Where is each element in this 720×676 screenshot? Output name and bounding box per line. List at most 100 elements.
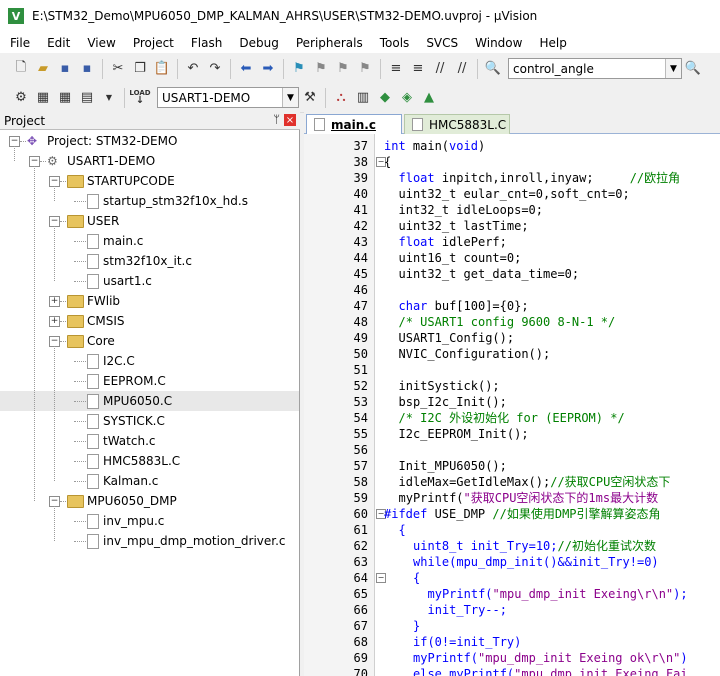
tree-item[interactable]: − USER (0, 211, 299, 231)
code-line[interactable] (374, 362, 720, 378)
tab-main-c[interactable]: main.c (306, 114, 402, 134)
code-line[interactable]: myPrintf("获取CPU空闲状态下的1ms最大计数 (374, 490, 720, 506)
tree-item[interactable]: I2C.C (0, 351, 299, 371)
nav-back-icon[interactable]: ⬅ (237, 60, 255, 78)
tree-item[interactable]: MPU6050.C (0, 391, 299, 411)
tree-item[interactable]: startup_stm32f10x_hd.s (0, 191, 299, 211)
run-time-env-icon[interactable]: ◆ (376, 89, 394, 107)
tree-item[interactable]: stm32f10x_it.c (0, 251, 299, 271)
code-line[interactable]: NVIC_Configuration(); (374, 346, 720, 362)
menu-file[interactable]: File (0, 36, 37, 50)
pin-icon[interactable]: ᛘ (273, 113, 280, 126)
code-line[interactable]: uint32_t lastTime; (374, 218, 720, 234)
nav-forward-icon[interactable]: ➡ (259, 60, 277, 78)
load-download-icon[interactable]: LOAD ↓ (129, 89, 150, 107)
prev-bookmark-icon[interactable]: ⚑ (312, 60, 330, 78)
manage-components-icon[interactable]: ⛬ (332, 89, 350, 107)
menu-window[interactable]: Window (465, 36, 529, 50)
translate-icon[interactable]: ⚙ (12, 89, 30, 107)
code-line[interactable]: idleMax=GetIdleMax();//获取CPU空闲状态下 (374, 474, 720, 490)
tree-item[interactable]: − ⚙ USART1-DEMO (0, 151, 299, 171)
find-in-files-icon[interactable]: 🔍 (484, 60, 502, 78)
tree-item[interactable]: SYSTICK.C (0, 411, 299, 431)
menu-tools[interactable]: Tools (370, 36, 417, 50)
tree-item[interactable]: − Core (0, 331, 299, 351)
code-area[interactable]: int main(void) −{float inpitch,inroll,iny… (374, 134, 720, 676)
find-icon[interactable]: 🔍 (684, 60, 702, 78)
tree-item[interactable]: inv_mpu.c (0, 511, 299, 531)
save-all-icon[interactable]: ▪ (78, 60, 96, 78)
pack-installer-icon[interactable]: ◈ (398, 89, 416, 107)
indent-icon[interactable]: ≡ (387, 60, 405, 78)
code-line[interactable]: } (374, 618, 720, 634)
code-line[interactable]: float idlePerf; (374, 234, 720, 250)
paste-icon[interactable]: 📋 (153, 60, 171, 78)
target-options-icon[interactable]: ⚒ (301, 89, 319, 107)
code-line[interactable]: float inpitch,inroll,inyaw; //欧拉角 (374, 170, 720, 186)
code-line[interactable]: I2c_EEPROM_Init(); (374, 426, 720, 442)
tree-item[interactable]: − MPU6050_DMP (0, 491, 299, 511)
code-line[interactable]: int32_t idleLoops=0; (374, 202, 720, 218)
close-panel-button[interactable]: × (284, 114, 296, 126)
code-line[interactable]: { (374, 154, 720, 170)
chevron-down-icon[interactable]: ▼ (282, 88, 298, 107)
tree-item[interactable]: tWatch.c (0, 431, 299, 451)
undo-icon[interactable]: ↶ (184, 60, 202, 78)
software-packs-icon[interactable]: ▲ (420, 89, 438, 107)
expand-icon[interactable]: + (49, 316, 60, 327)
bookmark-icon[interactable]: ⚑ (290, 60, 308, 78)
new-file-icon[interactable]: 🗋 (12, 60, 30, 78)
code-line[interactable]: uint16_t count=0; (374, 250, 720, 266)
code-line[interactable]: myPrintf("mpu_dmp_init Exeing ok\r\n") (374, 650, 720, 666)
code-line[interactable]: /* I2C 外设初始化 for (EEPROM) */ (374, 410, 720, 426)
menu-debug[interactable]: Debug (229, 36, 285, 50)
redo-icon[interactable]: ↷ (206, 60, 224, 78)
code-line[interactable]: char buf[100]={0}; (374, 298, 720, 314)
tree-item[interactable]: − STARTUPCODE (0, 171, 299, 191)
menu-project[interactable]: Project (123, 36, 181, 50)
code-line[interactable]: uint32_t eular_cnt=0,soft_cnt=0; (374, 186, 720, 202)
tree-item[interactable]: usart1.c (0, 271, 299, 291)
code-line[interactable] (374, 282, 720, 298)
menu-flash[interactable]: Flash (181, 36, 229, 50)
tree-item[interactable]: − ✥ Project: STM32-DEMO (0, 131, 299, 151)
tab-hmc5883l-c[interactable]: HMC5883L.C (404, 114, 510, 134)
tree-item[interactable]: + CMSIS (0, 311, 299, 331)
code-line[interactable]: uint8_t init_Try=10;//初始化重试次数 (374, 538, 720, 554)
code-editor[interactable]: 37 38 39 40 41 42 43 44 45 46 47 48 49 50 51 52 53 54 55 56… (304, 134, 720, 676)
rebuild-icon[interactable]: ▦ (56, 89, 74, 107)
code-line[interactable]: if(0!=init_Try) (374, 634, 720, 650)
code-line[interactable]: bsp_I2c_Init(); (374, 394, 720, 410)
code-line[interactable]: #ifdef USE_DMP //如果使用DMP引擎解算姿态角 (374, 506, 720, 522)
tree-item[interactable]: Kalman.c (0, 471, 299, 491)
code-line[interactable]: uint32_t get_data_time=0; (374, 266, 720, 282)
code-line[interactable]: { (374, 522, 720, 538)
menu-view[interactable]: View (77, 36, 122, 50)
code-line[interactable]: initSystick(); (374, 378, 720, 394)
open-folder-icon[interactable]: ▰ (34, 60, 52, 78)
code-line[interactable]: int main(void) (374, 138, 720, 154)
code-line[interactable] (374, 442, 720, 458)
batch-dropdown-icon[interactable]: ▼ (100, 89, 118, 107)
code-line[interactable]: { (374, 570, 720, 586)
tree-item[interactable]: EEPROM.C (0, 371, 299, 391)
comment-icon[interactable]: // (431, 60, 449, 78)
clear-bookmarks-icon[interactable]: ⚑ (356, 60, 374, 78)
tree-item[interactable]: + FWlib (0, 291, 299, 311)
code-line[interactable]: USART1_Config(); (374, 330, 720, 346)
code-line[interactable]: myPrintf("mpu_dmp_init Exeing\r\n"); (374, 586, 720, 602)
batch-build-icon[interactable]: ▤ (78, 89, 96, 107)
next-bookmark-icon[interactable]: ⚑ (334, 60, 352, 78)
code-line[interactable]: init_Try--; (374, 602, 720, 618)
unindent-icon[interactable]: ≡ (409, 60, 427, 78)
copy-icon[interactable]: ❐ (131, 60, 149, 78)
code-line[interactable]: while(mpu_dmp_init()&&init_Try!=0) (374, 554, 720, 570)
uncomment-icon[interactable]: // (453, 60, 471, 78)
tree-item[interactable]: main.c (0, 231, 299, 251)
cut-icon[interactable]: ✂ (109, 60, 127, 78)
file-extensions-icon[interactable]: ▥ (354, 89, 372, 107)
find-combo[interactable]: control_angle ▼ (508, 58, 682, 79)
menu-peripherals[interactable]: Peripherals (286, 36, 370, 50)
menu-svcs[interactable]: SVCS (416, 36, 465, 50)
code-line[interactable]: Init_MPU6050(); (374, 458, 720, 474)
